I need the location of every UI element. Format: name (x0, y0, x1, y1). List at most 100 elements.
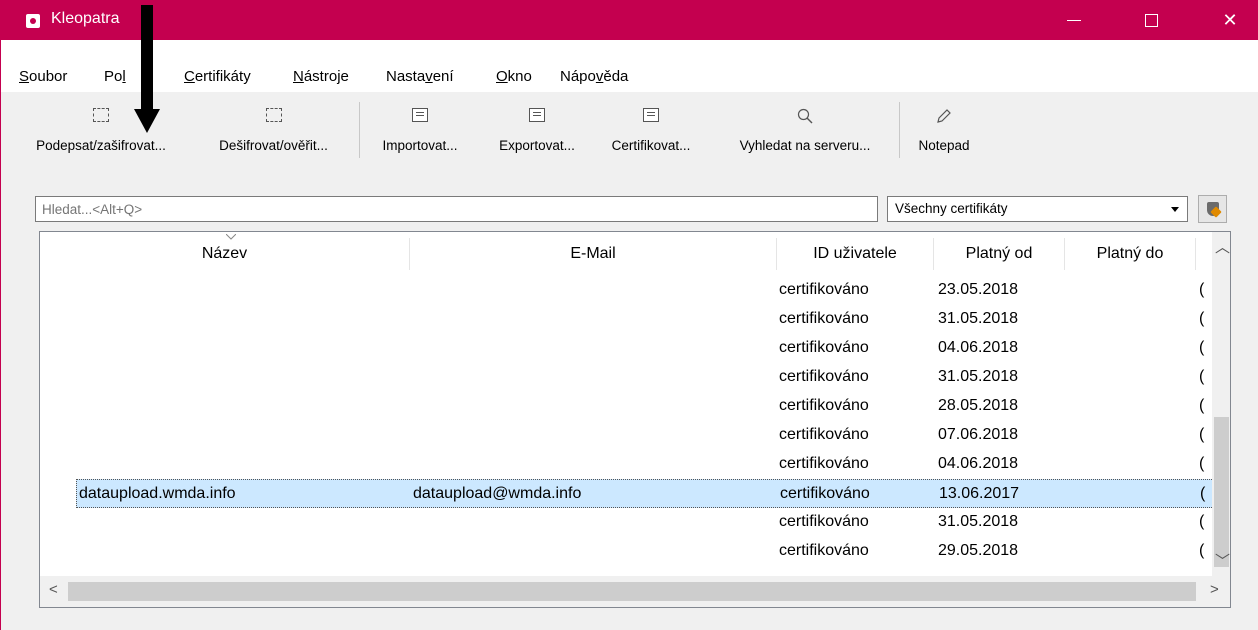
sign-encrypt-icon (93, 108, 109, 122)
cell-user-id: certifikováno (779, 310, 869, 327)
column-header-email[interactable]: E-Mail (410, 232, 776, 276)
cell-truncated: ( (1200, 485, 1206, 502)
minimize-button[interactable] (1049, 0, 1099, 40)
menu-item[interactable]: Certifikáty (184, 68, 251, 85)
cell-name: dataupload.wmda.info (79, 485, 236, 502)
cell-email: dataupload@wmda.info (413, 485, 582, 502)
cell-truncated: ( (1199, 426, 1205, 443)
toolbar-button[interactable]: Podepsat/zašifrovat... (11, 100, 191, 158)
table-header: Název E-Mail ID uživatele Platný od Plat… (40, 232, 1212, 276)
table-row[interactable]: certifikováno 04.06.2018 ( (76, 450, 1230, 479)
toolbar-button-label: Importovat... (382, 138, 458, 153)
search-input[interactable] (36, 197, 877, 221)
cell-truncated: ( (1199, 455, 1205, 472)
cell-user-id: certifikováno (779, 513, 869, 530)
certificate-filter-select[interactable]: Všechny certifikáty (887, 196, 1188, 222)
cell-truncated: ( (1199, 281, 1205, 298)
cell-truncated: ( (1199, 513, 1205, 530)
table-row[interactable]: certifikováno 29.05.2018 ( (76, 537, 1230, 566)
certify-icon (643, 108, 659, 122)
dropdown-arrow-icon (1171, 207, 1179, 212)
cell-user-id: certifikováno (780, 485, 870, 502)
table-row[interactable]: certifikováno 28.05.2018 ( (76, 392, 1230, 421)
toolbar-button-label: Vyhledat na serveru... (739, 138, 871, 153)
window-title: Kleopatra (51, 10, 120, 27)
vertical-scroll-thumb[interactable] (1214, 417, 1229, 567)
cell-user-id: certifikováno (779, 368, 869, 385)
scroll-right-icon[interactable]: > (1210, 581, 1219, 598)
scroll-down-icon[interactable]: ﹀ (1215, 550, 1230, 571)
cell-user-id: certifikováno (779, 455, 869, 472)
cell-user-id: certifikováno (779, 281, 869, 298)
shield-warning-icon (1207, 202, 1219, 216)
menu-item[interactable]: Soubor (19, 68, 67, 85)
toolbar-button-label: Notepad (918, 138, 970, 153)
table-row[interactable]: certifikováno 31.05.2018 ( (76, 363, 1230, 392)
column-header-name[interactable]: Název (40, 232, 409, 276)
certificate-status-button[interactable] (1198, 195, 1227, 223)
search-field[interactable] (35, 196, 878, 222)
menu-item[interactable]: Nápověda (560, 68, 628, 85)
decrypt-verify-icon (265, 108, 282, 122)
toolbar-button[interactable]: Certifikovat... (595, 100, 707, 158)
cell-valid-from: 31.05.2018 (938, 513, 1019, 530)
close-icon: ✕ (1222, 10, 1238, 30)
minimize-icon (1067, 20, 1081, 21)
cell-valid-from: 13.06.2017 (939, 485, 1020, 502)
maximize-icon (1145, 14, 1158, 27)
toolbar-button-label: Dešifrovat/ověřit... (219, 138, 328, 153)
menu-item[interactable]: Okno (496, 68, 532, 85)
toolbar-button[interactable]: Exportovat... (481, 100, 593, 158)
table-row[interactable]: certifikováno 31.05.2018 ( (76, 508, 1230, 537)
cell-user-id: certifikováno (779, 339, 869, 356)
annotation-arrow (134, 5, 160, 133)
cell-truncated: ( (1199, 397, 1205, 414)
cell-valid-from: 04.06.2018 (938, 455, 1019, 472)
horizontal-scrollbar[interactable]: < > (40, 576, 1230, 607)
cell-truncated: ( (1199, 310, 1205, 327)
toolbar-button-label: Certifikovat... (611, 138, 691, 153)
cell-user-id: certifikováno (779, 397, 869, 414)
export-certificate-icon (529, 108, 545, 122)
kleopatra-app-icon (26, 14, 40, 28)
cell-user-id: certifikováno (779, 426, 869, 443)
cell-valid-from: 28.05.2018 (938, 397, 1019, 414)
cell-valid-from: 31.05.2018 (938, 368, 1019, 385)
toolbar-button[interactable]: Dešifrovat/ověřit... (191, 100, 356, 158)
search-icon (797, 108, 813, 124)
column-header-valid-from[interactable]: Platný od (934, 232, 1064, 276)
toolbar-button[interactable]: Notepad (905, 100, 983, 158)
toolbar-separator (359, 102, 360, 158)
horizontal-scroll-thumb[interactable] (68, 582, 1196, 601)
kleopatra-window: Kleopatra ✕ Soubor Pol Certifikáty Nástroje… (0, 0, 1258, 630)
cell-valid-from: 31.05.2018 (938, 310, 1019, 327)
title-bar[interactable]: Kleopatra ✕ (1, 0, 1258, 40)
cell-valid-from: 29.05.2018 (938, 542, 1019, 559)
cell-truncated: ( (1199, 368, 1205, 385)
column-header-user-id[interactable]: ID uživatele (777, 232, 933, 276)
menu-item[interactable]: Nastavení (386, 68, 454, 85)
menu-item[interactable]: Pol (104, 68, 126, 85)
close-button[interactable]: ✕ (1205, 0, 1255, 40)
vertical-scrollbar[interactable]: ︿ ﹀ (1212, 232, 1230, 580)
menu-item[interactable]: Nástroje (293, 68, 349, 85)
cell-valid-from: 07.06.2018 (938, 426, 1019, 443)
scroll-left-icon[interactable]: < (49, 581, 58, 598)
toolbar-button-label: Podepsat/zašifrovat... (36, 138, 166, 153)
table-row[interactable]: certifikováno 04.06.2018 ( (76, 334, 1230, 363)
cell-truncated: ( (1199, 542, 1205, 559)
toolbar-button[interactable]: Importovat... (363, 100, 477, 158)
cell-valid-from: 04.06.2018 (938, 339, 1019, 356)
table-row[interactable]: certifikováno 23.05.2018 ( (76, 276, 1230, 305)
maximize-button[interactable] (1127, 0, 1177, 40)
table-row[interactable]: certifikováno 07.06.2018 ( (76, 421, 1230, 450)
table-row[interactable]: dataupload.wmda.info dataupload@wmda.info… (76, 479, 1230, 508)
scroll-up-icon[interactable]: ︿ (1215, 236, 1230, 257)
certificate-table[interactable]: Název E-Mail ID uživatele Platný od Plat… (39, 231, 1231, 608)
toolbar-button-label: Exportovat... (499, 138, 575, 153)
filter-selected-value: Všechny certifikáty (895, 201, 1008, 216)
pencil-icon (936, 108, 952, 123)
column-header-valid-to[interactable]: Platný do (1065, 232, 1195, 276)
table-row[interactable]: certifikováno 31.05.2018 ( (76, 305, 1230, 334)
toolbar-button[interactable]: Vyhledat na serveru... (713, 100, 897, 158)
